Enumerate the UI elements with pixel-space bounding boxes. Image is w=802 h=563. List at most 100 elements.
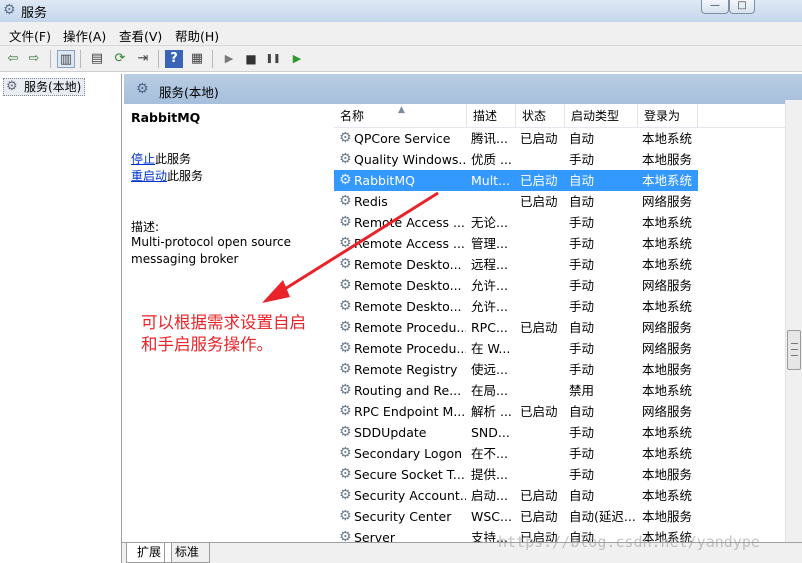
menu-view[interactable]: 查看(V) xyxy=(119,26,162,45)
table-row[interactable]: ⚙ Secure Socket T... 提供... 手动 本地服务 xyxy=(334,464,698,485)
service-status-cell xyxy=(520,275,566,296)
service-logon-cell: 本地系统 xyxy=(642,236,693,251)
menu-bar: 文件(F) 操作(A) 查看(V) 帮助(H) xyxy=(0,22,802,46)
service-logon-cell: 本地服务 xyxy=(642,152,693,167)
service-description-cell xyxy=(471,191,517,212)
back-icon[interactable]: ⇦ xyxy=(4,50,22,68)
pause-icon[interactable]: ❚❚ xyxy=(264,50,282,68)
annotation-line-1: 可以根据需求设置自启 xyxy=(141,313,306,332)
service-name-cell: Security Center xyxy=(354,509,452,524)
tree-node-services-local[interactable]: ⚙ 服务(本地) xyxy=(3,78,86,96)
forward-icon[interactable]: ⇨ xyxy=(25,50,43,68)
tab-standard[interactable]: 标准 xyxy=(164,543,211,563)
service-name-cell: Remote Registry xyxy=(354,362,458,377)
service-description-cell: 无论... xyxy=(471,215,508,230)
table-row[interactable]: ⚙ Remote Deskto... 允许... 手动 本地系统 xyxy=(334,296,698,317)
service-logon-cell: 本地系统 xyxy=(642,173,693,188)
column-name[interactable]: ▲ 名称 xyxy=(334,104,467,128)
stop-service-link[interactable]: 停止 xyxy=(131,152,155,166)
restart-action-line: 重启动此服务 xyxy=(131,167,203,184)
sort-ascending-icon: ▲ xyxy=(398,105,405,115)
service-startup-cell: 手动 xyxy=(569,362,595,377)
table-row[interactable]: ⚙ Remote Access ... 无论... 手动 本地系统 xyxy=(334,212,698,233)
service-logon-cell: 本地系统 xyxy=(642,215,693,230)
restart-service-link[interactable]: 重启动 xyxy=(131,169,167,183)
service-name-cell: Secondary Logon xyxy=(354,446,463,461)
menu-action[interactable]: 操作(A) xyxy=(63,26,106,45)
gear-icon: ⚙ xyxy=(6,79,18,94)
column-status[interactable]: 状态 xyxy=(516,104,565,128)
table-row[interactable]: ⚙ QPCore Service 腾讯... 已启动 自动 本地系统 xyxy=(334,128,698,149)
table-row[interactable]: ⚙ Remote Procedu... RPC... 已启动 自动 网络服务 xyxy=(334,317,698,338)
service-gear-icon: ⚙ xyxy=(339,361,352,377)
help-icon[interactable]: ? xyxy=(165,50,183,68)
service-gear-icon: ⚙ xyxy=(339,445,352,461)
table-row[interactable]: ⚙ SDDUpdate SND... 手动 本地系统 xyxy=(334,422,698,443)
service-gear-icon: ⚙ xyxy=(339,424,352,440)
toolbar-separator xyxy=(212,50,213,68)
table-row[interactable]: ⚙ Quality Windows... 优质 ... 手动 本地服务 xyxy=(334,149,698,170)
table-row[interactable]: ⚙ Remote Deskto... 远程... 手动 本地系统 xyxy=(334,254,698,275)
table-row[interactable]: ⚙ Security Center WSC... 已启动 自动(延迟... 本地服务 xyxy=(334,506,698,527)
start-icon[interactable]: ▶ xyxy=(220,50,238,68)
service-status-cell: 已启动 xyxy=(520,131,558,146)
show-hide-tree-icon[interactable]: ▥ xyxy=(57,50,75,68)
service-status-cell xyxy=(520,338,566,359)
service-gear-icon: ⚙ xyxy=(339,151,352,167)
table-row[interactable]: ⚙ Redis 已启动 自动 网络服务 xyxy=(334,191,698,212)
service-logon-cell: 本地系统 xyxy=(642,488,693,503)
console-icon[interactable]: ▦ xyxy=(188,50,206,68)
minimize-button[interactable]: — xyxy=(701,0,729,14)
stop-icon[interactable]: ■ xyxy=(242,50,260,68)
service-name-cell: Security Account... xyxy=(354,488,466,503)
watermark: https://blog.csdn.net/yandype xyxy=(498,533,760,551)
toolbar: ⇦ ⇨ ▥ ▤ ⟳ ⇥ ? ▦ ▶ ■ ❚❚ ▶ xyxy=(0,46,802,72)
table-row[interactable]: ⚙ Remote Access ... 管理... 手动 本地系统 xyxy=(334,233,698,254)
service-startup-cell: 自动 xyxy=(569,173,595,188)
service-description-cell: SND... xyxy=(471,425,510,440)
service-name-cell: Remote Access ... xyxy=(354,236,465,251)
service-gear-icon: ⚙ xyxy=(339,403,352,419)
service-startup-cell: 手动 xyxy=(569,215,595,230)
maximize-button[interactable]: □ xyxy=(729,0,755,14)
menu-file[interactable]: 文件(F) xyxy=(9,26,51,45)
table-row[interactable]: ⚙ Routing and Re... 在局... 禁用 本地系统 xyxy=(334,380,698,401)
service-description-cell: WSC... xyxy=(471,509,512,524)
refresh-icon[interactable]: ⟳ xyxy=(111,50,129,68)
properties-icon[interactable]: ▤ xyxy=(88,50,106,68)
service-name-cell: SDDUpdate xyxy=(354,425,427,440)
column-description[interactable]: 描述 xyxy=(467,104,516,128)
table-row[interactable]: ⚙ Remote Deskto... 允许... 手动 网络服务 xyxy=(334,275,698,296)
service-startup-cell: 自动 xyxy=(569,194,595,209)
service-status-cell xyxy=(520,380,566,401)
service-startup-cell: 手动 xyxy=(569,467,595,482)
service-name-cell: Server xyxy=(354,530,395,542)
column-log-on-as[interactable]: 登录为 xyxy=(638,104,698,128)
gear-icon: ⚙ xyxy=(3,2,16,18)
menu-help[interactable]: 帮助(H) xyxy=(175,26,219,45)
service-startup-cell: 自动(延迟... xyxy=(569,509,636,524)
export-icon[interactable]: ⇥ xyxy=(134,50,152,68)
service-startup-cell: 手动 xyxy=(569,236,595,251)
column-startup-type[interactable]: 启动类型 xyxy=(565,104,638,128)
service-status-cell: 已启动 xyxy=(520,194,558,209)
table-row[interactable]: ⚙ RPC Endpoint M... 解析 ... 已启动 自动 网络服务 xyxy=(334,401,698,422)
service-logon-cell: 本地服务 xyxy=(642,362,693,377)
table-row[interactable]: ⚙ RabbitMQ Mult... 已启动 自动 本地系统 xyxy=(334,170,698,191)
service-logon-cell: 网络服务 xyxy=(642,194,693,209)
table-row[interactable]: ⚙ Secondary Logon 在不... 手动 本地系统 xyxy=(334,443,698,464)
service-status-cell xyxy=(520,359,566,380)
service-startup-cell: 手动 xyxy=(569,257,595,272)
description-text-1: Multi-protocol open source xyxy=(131,235,292,249)
restart-icon[interactable]: ▶ xyxy=(288,50,306,68)
service-gear-icon: ⚙ xyxy=(339,382,352,398)
service-startup-cell: 禁用 xyxy=(569,383,595,398)
table-row[interactable]: ⚙ Remote Registry 使远... 手动 本地服务 xyxy=(334,359,698,380)
annotation-text: 可以根据需求设置自启 和手启服务操作。 xyxy=(141,312,341,356)
service-logon-cell: 网络服务 xyxy=(642,341,693,356)
table-row[interactable]: ⚙ Remote Procedu... 在 W... 手动 网络服务 xyxy=(334,338,698,359)
services-pane: ⚙ 服务(本地) RabbitMQ 停止此服务 重启动此服务 描述: Multi… xyxy=(124,74,802,542)
scrollbar-thumb[interactable] xyxy=(787,330,801,370)
vertical-scrollbar[interactable] xyxy=(785,100,802,542)
table-row[interactable]: ⚙ Security Account... 启动... 已启动 自动 本地系统 xyxy=(334,485,698,506)
